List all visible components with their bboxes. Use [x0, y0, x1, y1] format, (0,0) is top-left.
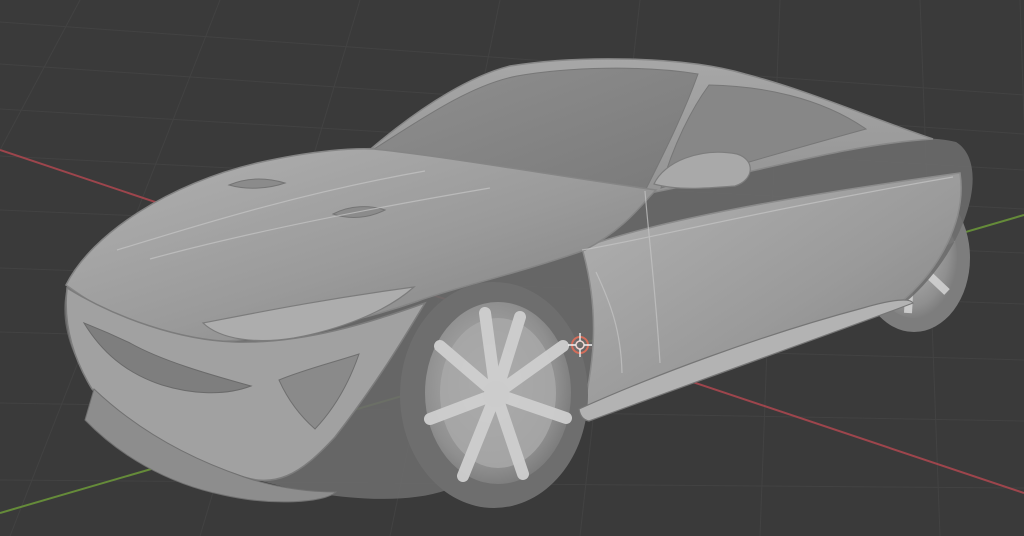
- car-model[interactable]: [64, 58, 973, 508]
- viewport-canvas[interactable]: [0, 0, 1024, 536]
- 3d-viewport[interactable]: [0, 0, 1024, 536]
- front-wheel[interactable]: [400, 282, 588, 508]
